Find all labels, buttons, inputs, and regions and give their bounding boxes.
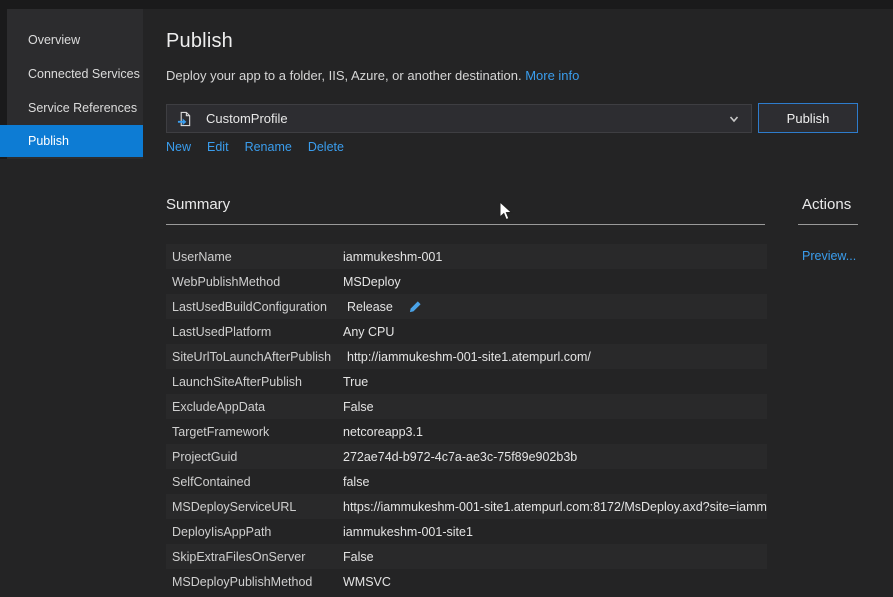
sidebar-item-label: Publish — [28, 134, 69, 148]
publish-button-label: Publish — [787, 111, 830, 126]
summary-row: DeployIisAppPath iammukeshm-001-site1 — [166, 519, 767, 544]
summary-row-value: https://iammukeshm-001-site1.atempurl.co… — [343, 500, 767, 514]
summary-row-key: ProjectGuid — [166, 450, 343, 464]
summary-row-key: LastUsedPlatform — [166, 325, 343, 339]
summary-row: LaunchSiteAfterPublish True — [166, 369, 767, 394]
chevron-down-icon — [729, 114, 739, 124]
sidebar-item-connected-services[interactable]: Connected Services — [0, 61, 143, 87]
summary-row-value: 272ae74d-b972-4c7a-ae3c-75f89e902b3b — [343, 450, 577, 464]
summary-row: SkipExtraFilesOnServer False — [166, 544, 767, 569]
delete-profile-link[interactable]: Delete — [308, 140, 344, 154]
preview-link[interactable]: Preview... — [802, 249, 856, 263]
summary-row: UserName iammukeshm-001 — [166, 244, 767, 269]
summary-row-key: ExcludeAppData — [166, 400, 343, 414]
summary-row-value: WMSVC — [343, 575, 391, 589]
sidebar-item-label: Service References — [28, 101, 137, 115]
summary-row: MSDeployPublishMethod WMSVC — [166, 569, 767, 594]
summary-row: LastUsedPlatform Any CPU — [166, 319, 767, 344]
summary-row-key: MSDeployPublishMethod — [166, 575, 343, 589]
actions-divider — [798, 224, 858, 225]
mouse-cursor — [499, 201, 513, 222]
profile-dropdown[interactable]: CustomProfile — [166, 104, 752, 133]
summary-row: LastUsedBuildConfiguration Release — [166, 294, 767, 319]
profile-dropdown-value: CustomProfile — [206, 111, 729, 126]
sidebar-item-publish[interactable]: Publish — [0, 125, 143, 157]
summary-row-key: TargetFramework — [166, 425, 343, 439]
edit-profile-link[interactable]: Edit — [207, 140, 229, 154]
summary-row: WebPublishMethod MSDeploy — [166, 269, 767, 294]
more-info-link[interactable]: More info — [525, 68, 579, 83]
summary-row: TargetFramework netcoreapp3.1 — [166, 419, 767, 444]
new-profile-link[interactable]: New — [166, 140, 191, 154]
summary-divider — [166, 224, 765, 225]
summary-row: MSDeployServiceURL https://iammukeshm-00… — [166, 494, 767, 519]
summary-row-key: WebPublishMethod — [166, 275, 343, 289]
actions-heading: Actions — [802, 196, 851, 213]
profile-actions: New Edit Rename Delete — [166, 140, 344, 154]
summary-heading: Summary — [166, 196, 230, 213]
publish-button[interactable]: Publish — [758, 103, 858, 133]
summary-row-key: MSDeployServiceURL — [166, 500, 343, 514]
summary-row: ExcludeAppData False — [166, 394, 767, 419]
summary-row-key: SiteUrlToLaunchAfterPublish — [166, 350, 343, 364]
summary-row-value: iammukeshm-001 — [343, 250, 442, 264]
summary-row-value: netcoreapp3.1 — [343, 425, 423, 439]
summary-row-key: DeployIisAppPath — [166, 525, 343, 539]
summary-row-value: Release — [343, 300, 393, 314]
summary-row-value: http://iammukeshm-001-site1.atempurl.com… — [343, 350, 591, 364]
sidebar-item-overview[interactable]: Overview — [0, 27, 143, 53]
summary-row: ProjectGuid 272ae74d-b972-4c7a-ae3c-75f8… — [166, 444, 767, 469]
summary-row-value: MSDeploy — [343, 275, 401, 289]
rename-profile-link[interactable]: Rename — [245, 140, 292, 154]
publish-page: Overview Connected Services Service Refe… — [0, 0, 893, 597]
summary-row-key: LastUsedBuildConfiguration — [166, 300, 343, 314]
description-text: Deploy your app to a folder, IIS, Azure,… — [166, 68, 522, 83]
summary-row-value: Any CPU — [343, 325, 394, 339]
summary-row-value: False — [343, 400, 374, 414]
summary-row: SelfContained false — [166, 469, 767, 494]
summary-row-key: SkipExtraFilesOnServer — [166, 550, 343, 564]
summary-row-value: iammukeshm-001-site1 — [343, 525, 473, 539]
summary-row-key: LaunchSiteAfterPublish — [166, 375, 343, 389]
page-title: Publish — [166, 30, 866, 53]
summary-row: SiteUrlToLaunchAfterPublish http://iammu… — [166, 344, 767, 369]
summary-row-value: False — [343, 550, 374, 564]
sidebar-item-label: Connected Services — [28, 67, 140, 81]
page-description: Deploy your app to a folder, IIS, Azure,… — [166, 68, 579, 83]
sidebar-item-service-references[interactable]: Service References — [0, 95, 143, 121]
summary-row-key: SelfContained — [166, 475, 343, 489]
pencil-edit-icon[interactable] — [408, 300, 422, 314]
sidebar-item-label: Overview — [28, 33, 80, 47]
summary-row-value: True — [343, 375, 368, 389]
publish-profile-document-icon — [177, 111, 192, 127]
window-top-edge — [0, 0, 893, 9]
summary-row-key: UserName — [166, 250, 343, 264]
summary-table: UserName iammukeshm-001 WebPublishMethod… — [166, 244, 767, 594]
summary-row-value: false — [343, 475, 369, 489]
